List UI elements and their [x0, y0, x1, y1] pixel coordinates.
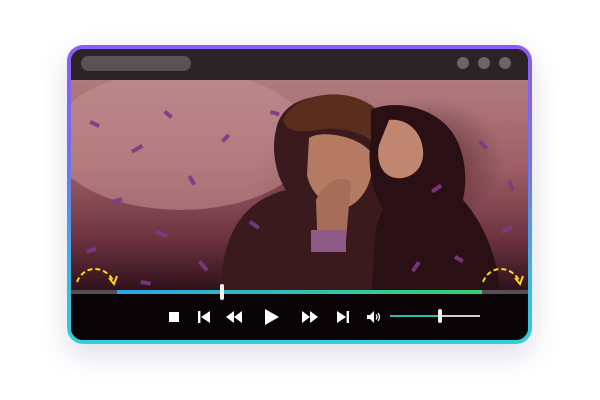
volume-button[interactable] — [364, 306, 386, 328]
volume-knob[interactable] — [438, 309, 442, 323]
volume-fill — [390, 315, 440, 317]
volume-slider[interactable] — [390, 309, 480, 323]
progress-bar[interactable] — [71, 284, 528, 300]
play-button[interactable] — [261, 306, 283, 328]
close-button[interactable] — [499, 57, 511, 69]
fast-forward-icon — [302, 311, 318, 323]
progress-fill — [117, 290, 482, 294]
skip-previous-icon — [198, 311, 210, 323]
skip-next-icon — [337, 311, 349, 323]
progress-knob[interactable] — [220, 284, 224, 300]
previous-button[interactable] — [193, 306, 215, 328]
rewind-button[interactable] — [223, 306, 245, 328]
title-bar — [71, 49, 528, 80]
stop-icon — [169, 312, 179, 322]
title-placeholder-bar — [81, 56, 191, 71]
video-frame[interactable] — [71, 80, 528, 294]
minimize-button[interactable] — [457, 57, 469, 69]
curved-arrow-icon — [482, 268, 524, 286]
rewind-icon — [226, 311, 242, 323]
video-player — [71, 49, 528, 340]
stop-button[interactable] — [163, 306, 185, 328]
maximize-button[interactable] — [478, 57, 490, 69]
control-bar — [71, 284, 528, 340]
video-scene — [71, 80, 515, 294]
curved-arrow-icon — [76, 268, 118, 286]
play-icon — [265, 309, 279, 325]
speaker-icon — [367, 311, 381, 323]
video-player-window — [67, 45, 532, 344]
fast-forward-button[interactable] — [299, 306, 321, 328]
next-button[interactable] — [332, 306, 354, 328]
